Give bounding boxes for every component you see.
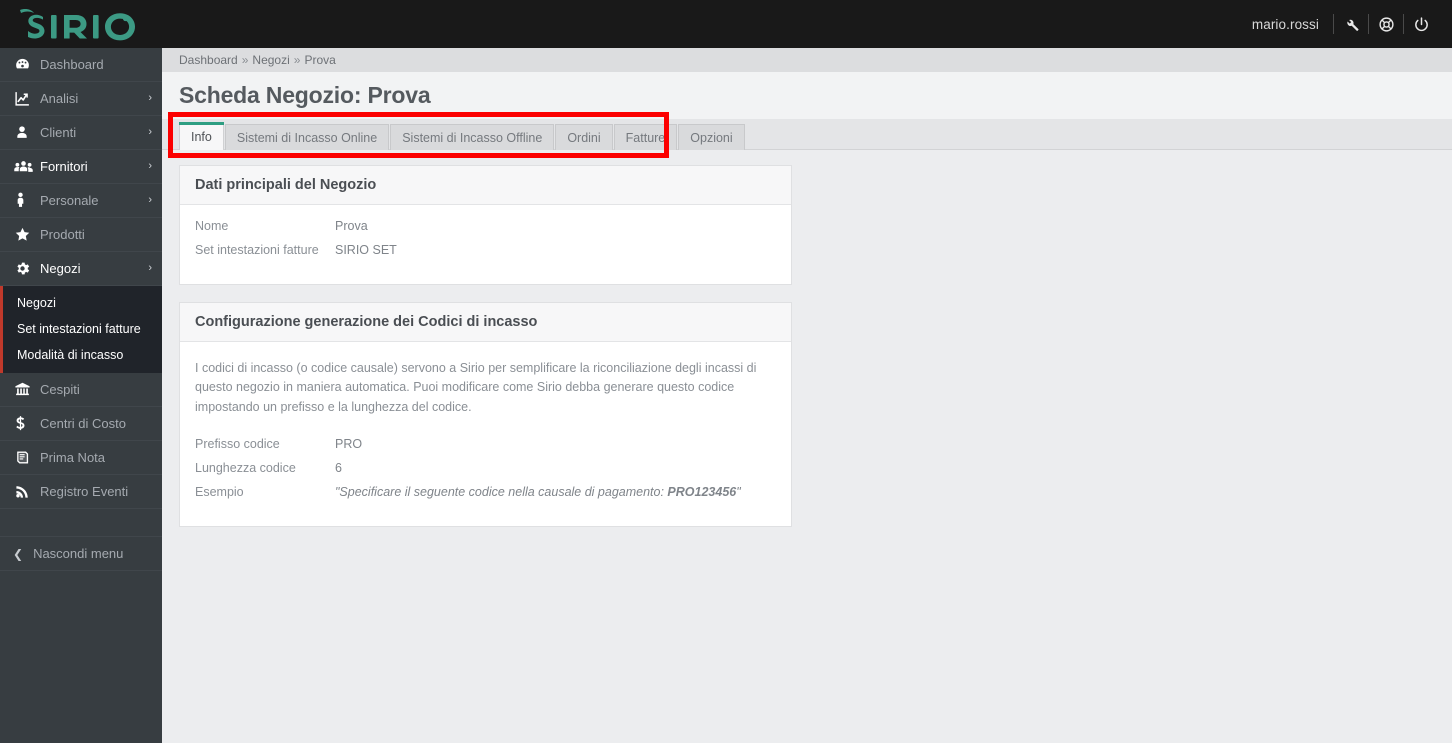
example-prefix: "Specificare il seguente codice nella ca… [335, 485, 668, 500]
chevron-right-icon: › [148, 194, 152, 206]
example-suffix: " [736, 485, 741, 500]
card-title: Configurazione generazione dei Codici di… [180, 303, 791, 342]
chart-line-icon [14, 90, 40, 107]
detail-value: SIRIO SET [335, 243, 397, 257]
detail-value: Prova [335, 219, 368, 233]
tab-fatture[interactable]: Fatture [613, 124, 678, 150]
detail-label: Nome [195, 219, 229, 233]
detail-value-example: "Specificare il seguente codice nella ca… [335, 485, 741, 499]
sidebar-item-label: Prima Nota [40, 450, 106, 465]
sidebar-item-prodotti[interactable]: Prodotti [0, 218, 162, 252]
detail-value: PRO [335, 437, 363, 452]
sidebar-item-analisi[interactable]: Analisi › [0, 82, 162, 116]
breadcrumb-item-dashboard[interactable]: Dashboard [179, 53, 238, 67]
chevron-right-icon: › [148, 262, 152, 274]
example-code: PRO123456 [667, 485, 737, 500]
person-icon [14, 192, 40, 209]
breadcrumb-item-negozi[interactable]: Negozi [252, 53, 289, 67]
card-title: Dati principali del Negozio [180, 166, 791, 205]
tab-sistemi-di-incasso-offline[interactable]: Sistemi di Incasso Offline [390, 124, 555, 150]
sidebar-item-clienti[interactable]: Clienti › [0, 116, 162, 150]
hide-menu-button[interactable]: ❮ Nascondi menu [0, 537, 162, 571]
bank-icon [14, 381, 40, 398]
sidebar-item-label: Prodotti [40, 227, 85, 242]
detail-label: Esempio [195, 485, 244, 500]
detail-row: Esempio "Specificare il seguente codice … [195, 485, 776, 499]
tab-sistemi-di-incasso-online[interactable]: Sistemi di Incasso Online [224, 124, 390, 150]
detail-row: Prefisso codice PRO [195, 437, 776, 451]
user-name[interactable]: mario.rossi [1252, 17, 1333, 32]
page-header: Scheda Negozio: Prova [162, 72, 1452, 119]
users-icon [14, 158, 40, 175]
sidebar-item-negozi[interactable]: Negozi › [0, 252, 162, 286]
sidebar-item-dashboard[interactable]: Dashboard [0, 48, 162, 82]
breadcrumb-separator: » [241, 53, 249, 67]
detail-value: 6 [335, 461, 342, 476]
content-area: Dati principali del Negozio Nome Prova S… [162, 150, 1452, 528]
sidebar-item-label: Cespiti [40, 382, 80, 397]
sidebar: Dashboard Analisi › Clienti › Fornitori … [0, 48, 162, 743]
breadcrumb: Dashboard » Negozi » Prova [162, 48, 1452, 72]
card-body: Nome Prova Set intestazioni fatture SIRI… [180, 205, 791, 284]
sirio-logo-icon [20, 9, 135, 41]
card-body: I codici di incasso (o codice causale) s… [180, 342, 791, 526]
sidebar-item-fornitori[interactable]: Fornitori › [0, 150, 162, 184]
chevron-left-icon: ❮ [13, 546, 24, 561]
app-logo[interactable] [0, 0, 162, 48]
sidebar-item-label: Negozi [40, 261, 81, 276]
sidebar-item-label: Clienti [40, 125, 77, 140]
sidebar-item-centri-di-costo[interactable]: Centri di Costo [0, 407, 162, 441]
tab-opzioni[interactable]: Opzioni [678, 124, 745, 150]
detail-row: Set intestazioni fatture SIRIO SET [195, 243, 776, 257]
sidebar-item-label: Analisi [40, 91, 79, 106]
wrench-icon[interactable] [1334, 0, 1368, 48]
power-icon[interactable] [1404, 0, 1438, 48]
top-bar-right: mario.rossi [1252, 0, 1438, 48]
detail-label: Set intestazioni fatture [195, 243, 319, 257]
detail-row: Nome Prova [195, 219, 776, 233]
sidebar-item-cespiti[interactable]: Cespiti [0, 373, 162, 407]
dollar-icon [14, 415, 40, 432]
chevron-right-icon: › [148, 92, 152, 104]
detail-label: Lunghezza codice [195, 461, 296, 476]
sidebar-item-prima-nota[interactable]: Prima Nota [0, 441, 162, 475]
chevron-right-icon: › [148, 126, 152, 138]
sidebar-item-label: Dashboard [40, 57, 104, 72]
detail-label: Prefisso codice [195, 437, 280, 452]
gear-icon [14, 260, 40, 277]
lifebuoy-icon[interactable] [1369, 0, 1403, 48]
chevron-right-icon: › [148, 160, 152, 172]
breadcrumb-separator: » [293, 53, 301, 67]
star-icon [14, 226, 40, 243]
sidebar-subitem-negozi[interactable]: Negozi [3, 290, 162, 316]
page-title: Scheda Negozio: Prova [179, 82, 431, 108]
detail-row: Lunghezza codice 6 [195, 461, 776, 475]
tab-list: Info Sistemi di Incasso Online Sistemi d… [162, 119, 1452, 150]
card-dati-principali: Dati principali del Negozio Nome Prova S… [179, 165, 792, 285]
sidebar-spacer [0, 509, 162, 537]
card-configurazione-codici: Configurazione generazione dei Codici di… [179, 302, 792, 528]
sidebar-item-label: Personale [40, 193, 99, 208]
dashboard-icon [14, 56, 40, 73]
user-icon [14, 124, 40, 141]
book-icon [14, 449, 40, 466]
sidebar-subitem-modalita-di-incasso[interactable]: Modalità di incasso [3, 342, 162, 368]
sidebar-submenu-negozi: Negozi Set intestazioni fatture Modalità… [0, 286, 162, 373]
app-root: mario.rossi Dashboard Analisi › Clienti … [0, 0, 1452, 743]
sidebar-item-registro-eventi[interactable]: Registro Eventi [0, 475, 162, 509]
tab-bar: Info Sistemi di Incasso Online Sistemi d… [162, 112, 1452, 158]
card-description: I codici di incasso (o codice causale) s… [195, 361, 757, 414]
sidebar-item-label: Fornitori [40, 159, 88, 174]
sidebar-subitem-set-intestazioni-fatture[interactable]: Set intestazioni fatture [3, 316, 162, 342]
top-bar: mario.rossi [0, 0, 1452, 48]
sidebar-item-label: Centri di Costo [40, 416, 126, 431]
hide-menu-label: Nascondi menu [33, 546, 124, 561]
sidebar-item-personale[interactable]: Personale › [0, 184, 162, 218]
sidebar-item-label: Registro Eventi [40, 484, 129, 499]
tab-info[interactable]: Info [179, 122, 224, 150]
tab-ordini[interactable]: Ordini [555, 124, 613, 150]
rss-icon [14, 483, 40, 500]
breadcrumb-item-prova[interactable]: Prova [304, 53, 335, 67]
main-content: Dashboard » Negozi » Prova Scheda Negozi… [162, 48, 1452, 743]
